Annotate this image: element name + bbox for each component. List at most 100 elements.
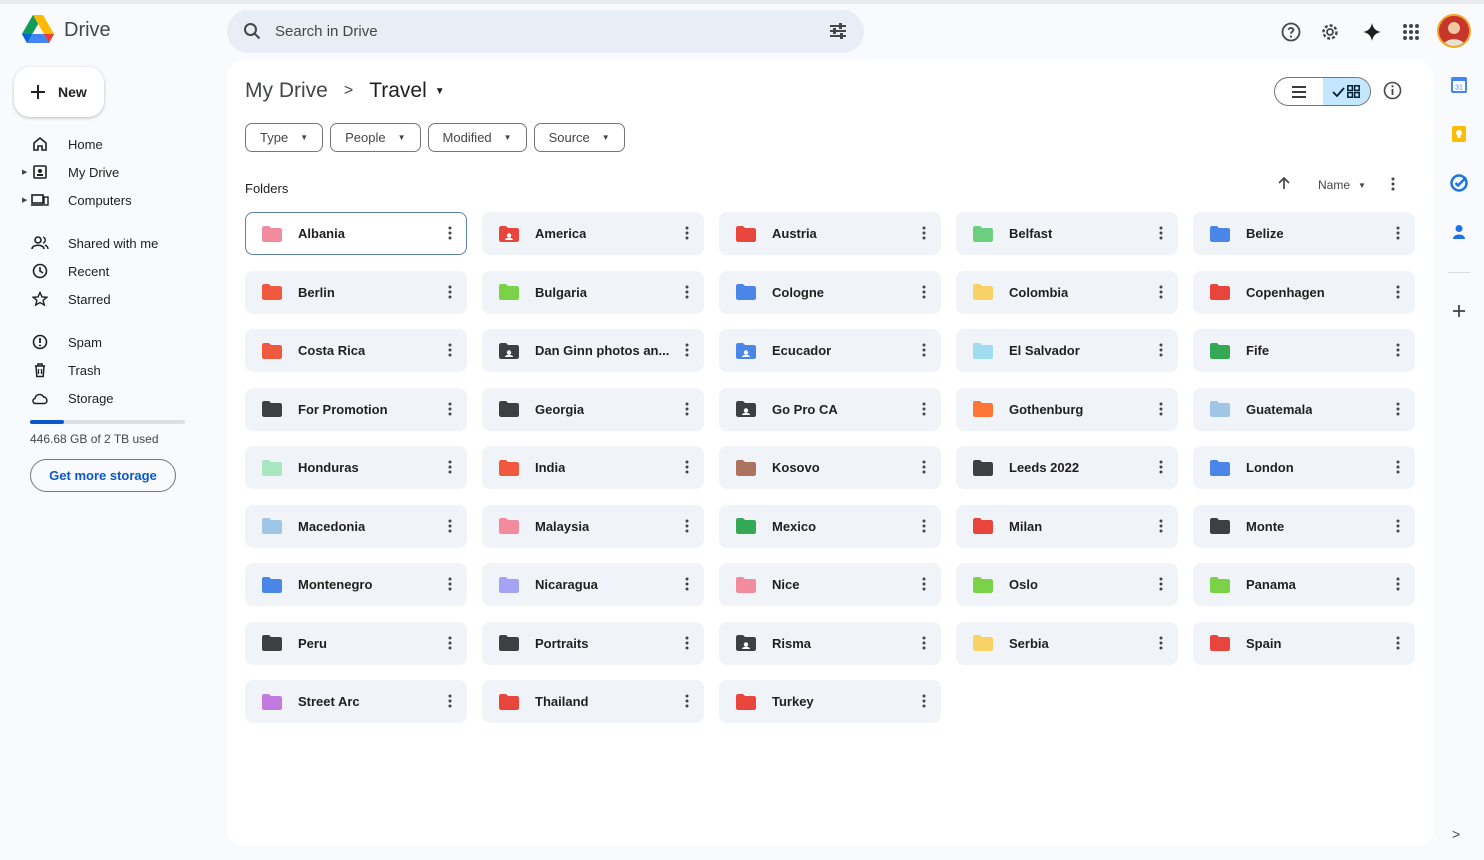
- keep-icon[interactable]: [1450, 125, 1468, 143]
- folder-more-options-icon[interactable]: [1396, 577, 1400, 596]
- chevron-down-icon[interactable]: ▼: [435, 86, 445, 97]
- filter-modified-chip[interactable]: Modified ▼: [427, 123, 527, 152]
- info-icon[interactable]: [1383, 81, 1402, 105]
- folder-card[interactable]: London: [1193, 446, 1415, 489]
- folder-more-options-icon[interactable]: [448, 636, 452, 655]
- folder-card[interactable]: Copenhagen: [1193, 270, 1415, 314]
- tasks-icon[interactable]: [1450, 174, 1468, 192]
- expand-panel-chevron-icon[interactable]: >: [1452, 826, 1460, 842]
- folder-card[interactable]: Bulgaria: [482, 270, 704, 314]
- contacts-icon[interactable]: [1450, 223, 1468, 241]
- folder-more-options-icon[interactable]: [922, 636, 926, 655]
- folder-more-options-icon[interactable]: [1396, 519, 1400, 538]
- folder-more-options-icon[interactable]: [685, 636, 689, 655]
- folder-more-options-icon[interactable]: [685, 460, 689, 479]
- sort-direction-arrow-icon[interactable]: [1277, 176, 1291, 195]
- folder-more-options-icon[interactable]: [1396, 636, 1400, 655]
- folder-card[interactable]: Panama: [1193, 563, 1415, 606]
- folder-card[interactable]: Leeds 2022: [956, 446, 1178, 489]
- folder-card[interactable]: India: [482, 446, 704, 489]
- folder-card[interactable]: Nice: [719, 563, 941, 606]
- folder-more-options-icon[interactable]: [922, 226, 926, 245]
- folder-card[interactable]: Peru: [245, 621, 467, 665]
- sidebar-item-trash[interactable]: Trash: [22, 358, 101, 382]
- folder-card[interactable]: Thailand: [482, 680, 704, 723]
- drive-logo[interactable]: Drive: [22, 15, 111, 45]
- folder-more-options-icon[interactable]: [1159, 460, 1163, 479]
- folder-card[interactable]: Honduras: [245, 446, 467, 489]
- more-options-icon[interactable]: [1391, 177, 1395, 196]
- breadcrumb-current[interactable]: Travel: [369, 79, 427, 103]
- folder-card[interactable]: Mexico: [719, 504, 941, 548]
- folder-card[interactable]: Guatemala: [1193, 387, 1415, 431]
- sidebar-item-home[interactable]: Home: [22, 132, 103, 156]
- folder-card[interactable]: Oslo: [956, 563, 1178, 606]
- folder-card[interactable]: Kosovo: [719, 446, 941, 489]
- grid-view-button[interactable]: [1322, 78, 1370, 105]
- folder-more-options-icon[interactable]: [448, 285, 452, 304]
- folder-card[interactable]: Turkey: [719, 680, 941, 723]
- folder-more-options-icon[interactable]: [1159, 636, 1163, 655]
- folder-card[interactable]: Nicaragua: [482, 563, 704, 606]
- folder-more-options-icon[interactable]: [448, 343, 452, 362]
- folder-more-options-icon[interactable]: [1159, 519, 1163, 538]
- folder-card[interactable]: Macedonia: [245, 504, 467, 548]
- folder-card[interactable]: Colombia: [956, 270, 1178, 314]
- folder-card[interactable]: Monte: [1193, 504, 1415, 548]
- apps-grid-icon[interactable]: [1399, 20, 1423, 44]
- folder-more-options-icon[interactable]: [1396, 285, 1400, 304]
- folder-card[interactable]: Risma: [719, 621, 941, 665]
- folder-card[interactable]: Spain: [1193, 621, 1415, 665]
- folder-card[interactable]: Albania: [245, 212, 467, 255]
- folder-more-options-icon[interactable]: [922, 285, 926, 304]
- folder-card[interactable]: Ecucador: [719, 329, 941, 372]
- folder-more-options-icon[interactable]: [1159, 226, 1163, 245]
- folder-more-options-icon[interactable]: [448, 402, 452, 421]
- settings-gear-icon[interactable]: [1318, 20, 1342, 44]
- folder-more-options-icon[interactable]: [448, 460, 452, 479]
- folder-more-options-icon[interactable]: [922, 343, 926, 362]
- account-avatar[interactable]: [1437, 14, 1471, 48]
- folder-more-options-icon[interactable]: [685, 402, 689, 421]
- folder-card[interactable]: Milan: [956, 504, 1178, 548]
- gemini-sparkle-icon[interactable]: [1360, 20, 1384, 44]
- sidebar-item-starred[interactable]: Starred: [22, 287, 111, 311]
- folder-card[interactable]: Georgia: [482, 387, 704, 431]
- folder-more-options-icon[interactable]: [685, 226, 689, 245]
- folder-card[interactable]: Berlin: [245, 270, 467, 314]
- breadcrumb-root[interactable]: My Drive: [245, 79, 328, 103]
- folder-more-options-icon[interactable]: [1396, 343, 1400, 362]
- get-more-storage-button[interactable]: Get more storage: [30, 459, 176, 492]
- folder-more-options-icon[interactable]: [1396, 460, 1400, 479]
- folder-more-options-icon[interactable]: [685, 343, 689, 362]
- search-options-icon[interactable]: [828, 22, 848, 45]
- folder-more-options-icon[interactable]: [922, 694, 926, 713]
- folder-more-options-icon[interactable]: [448, 694, 452, 713]
- folder-more-options-icon[interactable]: [448, 577, 452, 596]
- folder-card[interactable]: Austria: [719, 212, 941, 255]
- folder-more-options-icon[interactable]: [1159, 343, 1163, 362]
- folder-card[interactable]: For Promotion: [245, 387, 467, 431]
- folder-more-options-icon[interactable]: [1159, 402, 1163, 421]
- folder-more-options-icon[interactable]: [448, 226, 452, 245]
- folder-card[interactable]: Belfast: [956, 212, 1178, 255]
- sidebar-item-my-drive[interactable]: ▶ My Drive: [22, 160, 119, 184]
- help-icon[interactable]: [1279, 20, 1303, 44]
- folder-card[interactable]: Go Pro CA: [719, 387, 941, 431]
- add-addon-plus-icon[interactable]: [1450, 302, 1468, 320]
- sidebar-item-storage[interactable]: Storage: [22, 386, 114, 410]
- new-button[interactable]: New: [14, 67, 104, 117]
- filter-type-chip[interactable]: Type ▼: [245, 123, 324, 152]
- folder-card[interactable]: America: [482, 212, 704, 255]
- folder-more-options-icon[interactable]: [685, 285, 689, 304]
- sidebar-item-computers[interactable]: ▶ Computers: [22, 188, 132, 212]
- calendar-icon[interactable]: 31: [1450, 76, 1468, 94]
- folder-more-options-icon[interactable]: [922, 460, 926, 479]
- folder-card[interactable]: Cologne: [719, 270, 941, 314]
- folder-card[interactable]: Portraits: [482, 621, 704, 665]
- folder-more-options-icon[interactable]: [922, 402, 926, 421]
- folder-more-options-icon[interactable]: [685, 694, 689, 713]
- folder-card[interactable]: El Salvador: [956, 329, 1178, 372]
- folder-more-options-icon[interactable]: [448, 519, 452, 538]
- expand-caret-icon[interactable]: ▶: [22, 168, 30, 176]
